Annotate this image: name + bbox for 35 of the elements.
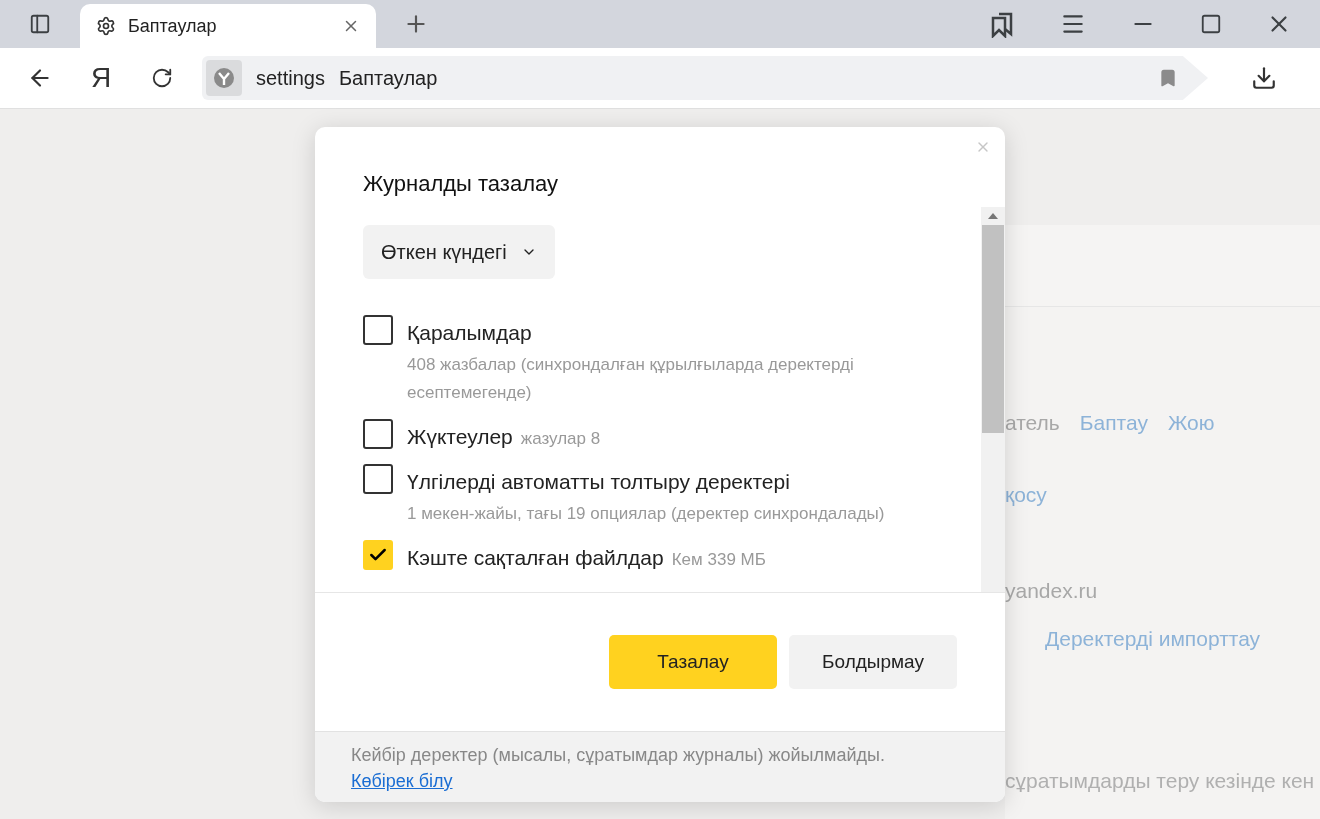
footer-note: Кейбір деректер (мысалы, сұратымдар журналы) жойылмайды. [351,744,886,767]
option-label: Кэште сақталған файлдар [407,544,664,571]
tab-title: Баптаулар [128,14,218,38]
option-note: 408 жазбалар (синхрондалған құрылғыларда деректерді есептемегенде) [407,353,855,404]
learn-more-link[interactable]: Көбірек білу [351,768,453,794]
maximize-icon[interactable] [1200,13,1222,35]
option-note: жазулар 8 [520,427,601,450]
text: атель [1005,410,1060,437]
scrollbar[interactable] [981,207,1005,592]
cancel-button[interactable]: Болдырмау [789,635,957,689]
clear-button[interactable]: Тазалау [609,635,777,689]
url-scheme: settings [256,66,325,91]
option-note: 1 мекен-жайы, тағы 19 опциялар (деректер синхрондалады) [407,502,886,525]
dialog-title: Журналды тазалау [363,170,558,198]
reload-icon[interactable] [151,67,173,89]
text: сұратымдарды теру кезінде кен [1005,768,1316,794]
address-bar[interactable]: settings Баптаулар [202,56,1208,100]
yandex-logo[interactable]: Я [80,57,122,99]
option-label: Жүктеулер [407,423,513,450]
browser-icon [213,67,235,89]
checkbox[interactable] [363,418,393,449]
download-icon[interactable] [1251,65,1277,91]
checkbox[interactable] [363,539,393,570]
checkbox[interactable] [363,315,393,345]
email: yandex.ru [1005,578,1098,604]
browser-tab[interactable]: Баптаулар [80,4,376,48]
bookmark-icon[interactable] [1158,68,1178,88]
option-label: Қаралымдар [407,320,533,346]
option-label: Үлгілерді автоматты толтыру деректері [407,469,791,495]
gear-icon [96,16,116,36]
page-title: Баптаулар [338,66,439,91]
period-dropdown[interactable]: Өткен күндегі [363,225,555,279]
scroll-up-icon[interactable] [988,213,998,219]
checkbox[interactable] [363,464,393,494]
option-note: Кем 339 МБ [671,548,766,571]
